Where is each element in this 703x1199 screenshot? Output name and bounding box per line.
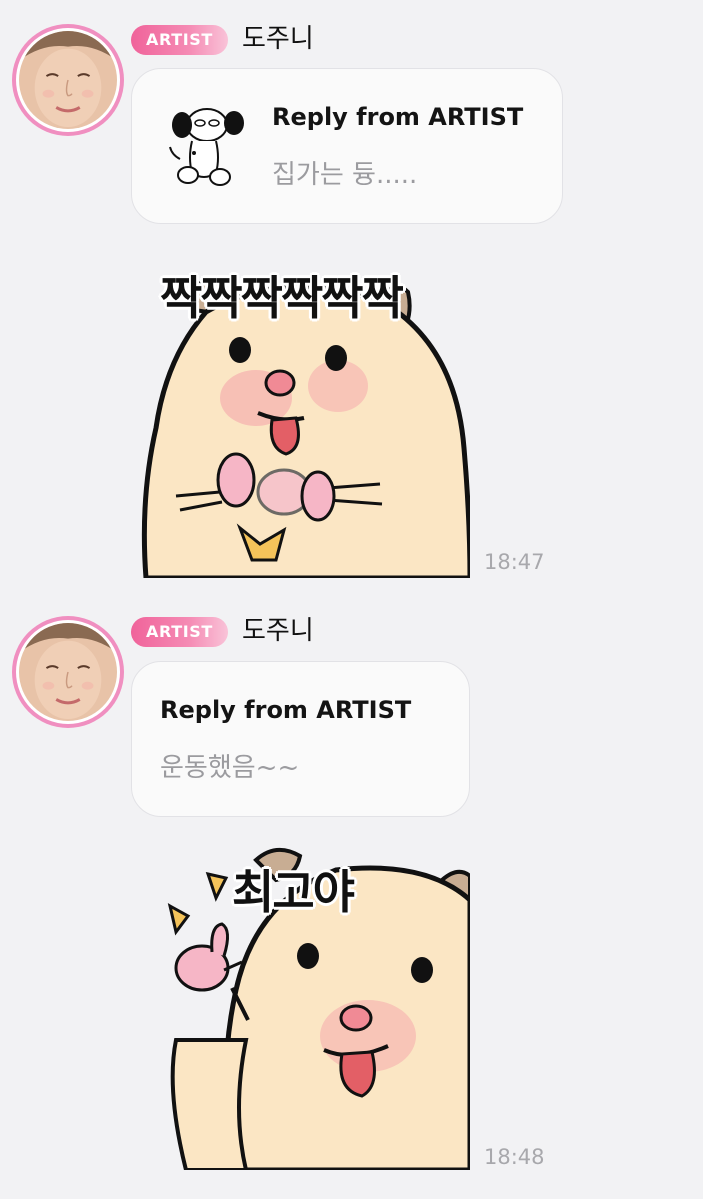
- artist-avatar[interactable]: [12, 24, 124, 136]
- hamster-clap-sticker[interactable]: 짝짝짝짝짝짝: [136, 248, 470, 578]
- artist-badge: ARTIST: [131, 25, 228, 55]
- message-time: 18:48: [484, 1145, 545, 1169]
- face-photo-icon: [19, 623, 117, 721]
- reply-text: 운동했음~~: [160, 753, 300, 783]
- author-name: 도주니: [242, 616, 314, 646]
- artist-badge: ARTIST: [131, 617, 228, 647]
- puppy-icon: [169, 108, 244, 186]
- reply-title: Reply from ARTIST: [160, 696, 412, 724]
- face-photo-icon: [19, 31, 117, 129]
- message-group: ARTIST 도주니 Reply from ARTIST 집가는 듕.....: [0, 0, 703, 600]
- reply-title: Reply from ARTIST: [272, 103, 524, 131]
- message-time: 18:47: [484, 550, 545, 574]
- author-name: 도주니: [242, 24, 314, 54]
- message-group: ARTIST 도주니 Reply from ARTIST 운동했음~~ 최고야 …: [0, 600, 703, 1199]
- reply-text: 집가는 듕.....: [272, 160, 418, 190]
- sticker-caption: 짝짝짝짝짝짝: [160, 271, 404, 325]
- sticker-caption: 최고야: [232, 865, 355, 919]
- hamster-thumbsup-sticker[interactable]: 최고야: [136, 840, 470, 1170]
- reply-bubble[interactable]: Reply from ARTIST 집가는 듕.....: [131, 68, 563, 224]
- reply-bubble[interactable]: Reply from ARTIST 운동했음~~: [131, 661, 470, 817]
- chat-screen: ARTIST 도주니 Reply from ARTIST 집가는 듕.....: [0, 0, 703, 1199]
- artist-avatar[interactable]: [12, 616, 124, 728]
